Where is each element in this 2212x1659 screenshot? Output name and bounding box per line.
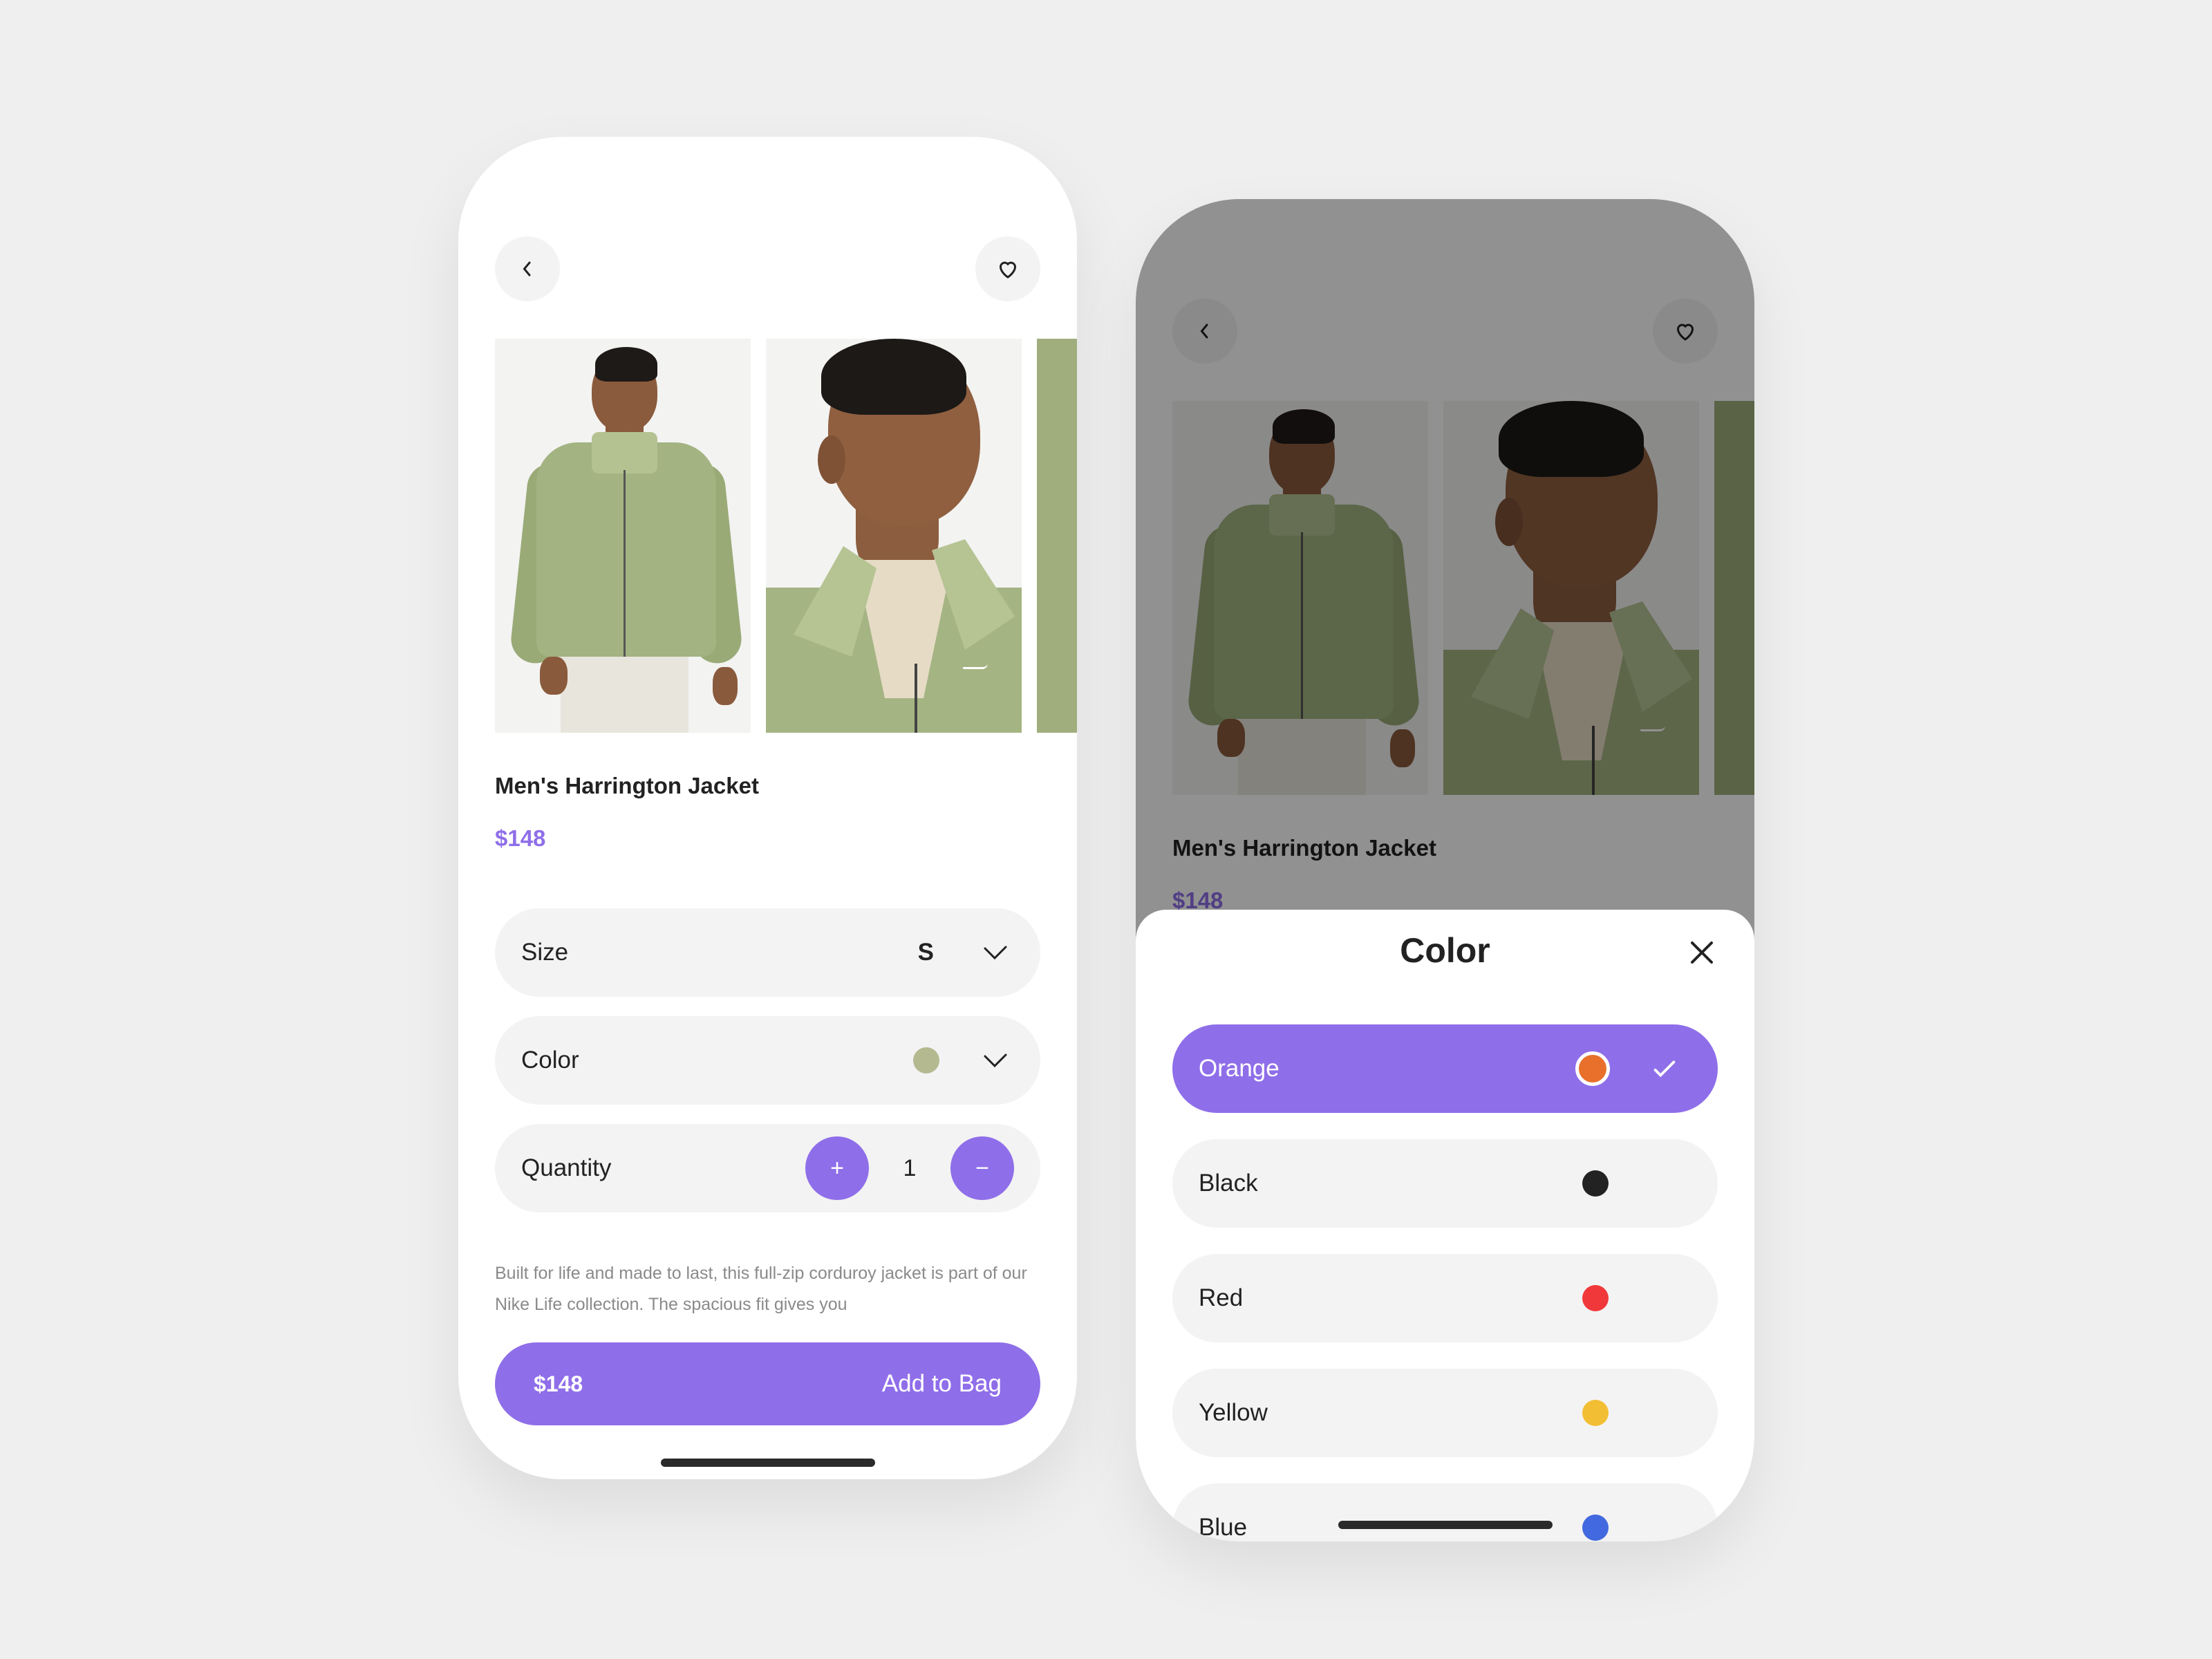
cta-price: $148 xyxy=(534,1371,583,1396)
quantity-label: Quantity xyxy=(521,1154,612,1181)
color-swatch xyxy=(1582,1400,1609,1426)
checkmark-icon xyxy=(1653,1060,1676,1078)
color-swatch xyxy=(1575,1051,1610,1086)
chevron-left-icon xyxy=(1200,324,1208,339)
product-price: $148 xyxy=(495,825,546,851)
chevron-left-icon xyxy=(523,261,531,276)
product-detail-screen: Men's Harrington Jacket $148 Size S Colo… xyxy=(458,137,1077,1479)
product-image-fabric[interactable] xyxy=(1037,339,1077,733)
favorite-button xyxy=(1653,299,1718,364)
product-image-full-body xyxy=(1172,401,1428,795)
image-gallery xyxy=(1172,401,1754,795)
color-option-red[interactable]: Red xyxy=(1172,1254,1718,1342)
color-swatch xyxy=(1582,1170,1609,1197)
quantity-stepper: Quantity + 1 − xyxy=(495,1124,1040,1212)
selected-color-swatch xyxy=(913,1047,939,1074)
color-option-label: Black xyxy=(1199,1170,1258,1197)
product-image-closeup[interactable] xyxy=(766,339,1022,733)
close-icon[interactable] xyxy=(1685,936,1718,969)
add-to-bag-button[interactable]: $148 Add to Bag xyxy=(495,1342,1040,1425)
back-button[interactable] xyxy=(495,236,560,301)
heart-outline-icon xyxy=(999,261,1017,279)
color-swatch xyxy=(1582,1285,1609,1311)
size-selector[interactable]: Size S xyxy=(495,908,1040,997)
decrement-button[interactable]: − xyxy=(950,1136,1014,1200)
color-option-orange[interactable]: Orange xyxy=(1172,1024,1718,1113)
color-option-blue[interactable]: Blue xyxy=(1172,1483,1718,1541)
color-bottom-sheet: Color Orange Black Red Yellow Blue xyxy=(1136,910,1754,1541)
quantity-value: 1 xyxy=(903,1154,917,1181)
size-label: Size xyxy=(521,939,569,966)
back-button xyxy=(1172,299,1237,364)
color-swatch xyxy=(1582,1515,1609,1541)
product-image-closeup xyxy=(1443,401,1699,795)
color-picker-screen: Men's Harrington Jacket $148 Color Orang… xyxy=(1136,199,1754,1541)
size-value: S xyxy=(917,939,934,966)
color-selector[interactable]: Color xyxy=(495,1016,1040,1105)
color-option-label: Red xyxy=(1199,1284,1244,1311)
home-indicator[interactable] xyxy=(1338,1521,1553,1529)
product-title: Men's Harrington Jacket xyxy=(495,773,759,798)
color-option-label: Orange xyxy=(1199,1055,1280,1082)
product-image-fabric xyxy=(1714,401,1754,795)
increment-button[interactable]: + xyxy=(805,1136,869,1200)
heart-outline-icon xyxy=(1676,324,1694,341)
product-title: Men's Harrington Jacket xyxy=(1172,835,1436,861)
color-option-black[interactable]: Black xyxy=(1172,1139,1718,1228)
color-option-yellow[interactable]: Yellow xyxy=(1172,1369,1718,1457)
favorite-button[interactable] xyxy=(975,236,1040,301)
image-gallery[interactable] xyxy=(495,339,1077,733)
product-description: Built for life and made to last, this fu… xyxy=(495,1264,1027,1314)
color-label: Color xyxy=(521,1047,579,1074)
home-indicator[interactable] xyxy=(661,1459,875,1467)
product-image-full-body[interactable] xyxy=(495,339,751,733)
chevron-down-icon xyxy=(982,1050,1013,1071)
color-option-label: Yellow xyxy=(1199,1399,1268,1426)
cta-label: Add to Bag xyxy=(881,1370,1002,1397)
sheet-title: Color xyxy=(1400,931,1490,970)
chevron-down-icon xyxy=(982,942,1013,963)
